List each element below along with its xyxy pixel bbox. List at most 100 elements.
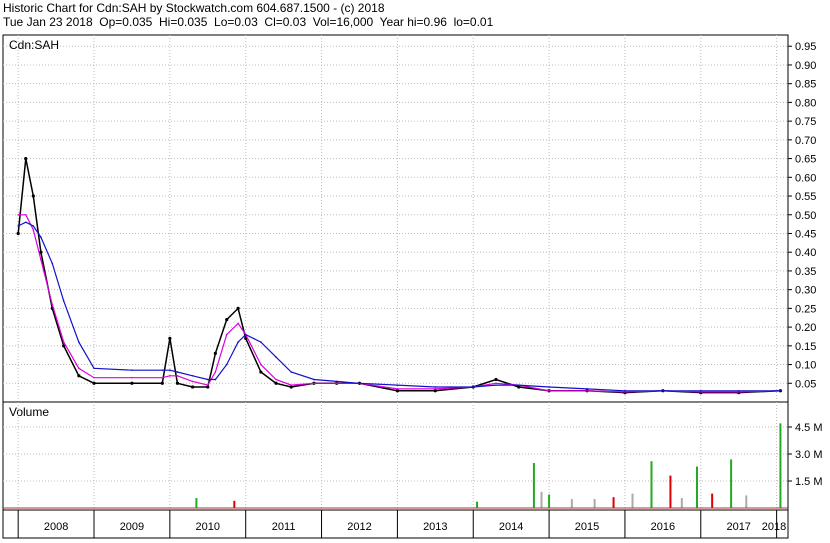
price-series-point-1 — [237, 322, 239, 325]
price-series-point-1 — [169, 374, 171, 377]
volume-bar — [195, 498, 198, 508]
price-series-point-2 — [225, 363, 228, 366]
year-label: 2018 — [762, 521, 786, 533]
price-series-point-2 — [275, 356, 277, 358]
price-series-point-1 — [78, 367, 80, 370]
year-label: 2014 — [499, 521, 523, 533]
price-series-point-0 — [16, 231, 20, 236]
price-series-point-2 — [161, 369, 164, 371]
price-tick-label: 0.50 — [795, 210, 816, 222]
volume-bar — [233, 500, 236, 508]
price-tick-label: 0.35 — [795, 266, 816, 278]
price-series-point-2 — [214, 378, 217, 381]
price-series-point-2 — [624, 389, 626, 392]
year-label: 2013 — [423, 521, 447, 533]
volume-bar — [730, 459, 733, 508]
volume-bar — [745, 495, 748, 508]
price-series-point-0 — [213, 351, 217, 355]
price-series-point-1 — [396, 388, 399, 390]
volume-bar — [680, 498, 683, 508]
price-tick-label: 0.40 — [795, 247, 816, 259]
price-series-point-0 — [259, 370, 263, 374]
volume-bar — [631, 493, 634, 508]
volume-bar — [476, 501, 479, 508]
price-series-point-0 — [225, 318, 229, 322]
price-series-point-0 — [494, 377, 498, 382]
price-series-point-2 — [396, 384, 399, 386]
year-label: 2010 — [196, 521, 220, 533]
price-series-point-1 — [548, 389, 550, 392]
year-label: 2012 — [347, 521, 371, 533]
price-series-point-2 — [358, 382, 361, 385]
price-series-point-0 — [92, 381, 96, 385]
price-tick-label: 0.80 — [795, 97, 816, 109]
price-series-point-2 — [434, 386, 437, 388]
price-series-point-1 — [176, 374, 179, 377]
price-series-point-1 — [24, 213, 27, 216]
price-series-point-1 — [225, 333, 228, 336]
price-series-point-1 — [17, 213, 19, 216]
price-series-point-2 — [24, 221, 27, 224]
volume-bar — [779, 423, 782, 508]
volume-bar — [540, 491, 543, 508]
volume-bar — [593, 499, 596, 508]
price-tick-label: 0.45 — [795, 228, 816, 240]
price-series-point-1 — [495, 382, 497, 385]
price-series-point-2 — [206, 378, 209, 381]
price-series-point-0 — [24, 156, 28, 161]
price-series-point-2 — [586, 388, 588, 390]
price-series-point-2 — [495, 384, 497, 386]
volume-tick-label: 1.5 M — [795, 476, 823, 488]
price-series-point-2 — [517, 384, 520, 386]
price-series-point-2 — [62, 300, 65, 302]
stock-chart: 0.95 0.90 0.85 0.80 0.75 0.70 0.65 0.60 0.55 0.50… — [2, 34, 823, 539]
volume-bar — [695, 466, 698, 508]
price-panel: 0.95 0.90 0.85 0.80 0.75 0.70 0.65 0.60 0.55 0.50… — [2, 34, 816, 403]
price-series-point-2 — [93, 367, 95, 370]
price-series-point-2 — [191, 374, 194, 377]
price-series-point-2 — [737, 389, 740, 392]
price-series-point-2 — [131, 369, 133, 371]
volume-bar — [612, 497, 615, 508]
price-tick-label: 0.20 — [795, 322, 816, 334]
price-series-point-0 — [175, 381, 180, 385]
price-series-point-0 — [191, 385, 195, 389]
price-series-point-1 — [32, 228, 35, 231]
price-series-point-0 — [274, 381, 278, 385]
price-tick-label: 0.25 — [795, 303, 816, 315]
price-series-point-2 — [244, 333, 247, 336]
price-series-point-1 — [434, 388, 437, 390]
price-series-point-0 — [160, 381, 164, 385]
price-series-point-1 — [260, 363, 262, 366]
price-tick-label: 0.65 — [795, 154, 816, 166]
price-series-point-1 — [40, 258, 42, 261]
price-tick-label: 0.15 — [795, 341, 816, 353]
volume-bar — [570, 499, 573, 508]
price-series-point-1 — [191, 380, 194, 383]
price-series-point-2 — [169, 369, 171, 371]
price-series-point-1 — [51, 303, 54, 306]
price-series-point-1 — [131, 376, 133, 379]
price-series-point-1 — [214, 371, 217, 373]
year-axis: 2008 2009 2010 2011 2012 2013 2014 2015 2016 2017… — [2, 509, 789, 539]
price-series-point-0 — [168, 336, 172, 340]
price-tick-label: 0.90 — [795, 60, 816, 72]
price-tick-label: 0.75 — [795, 116, 816, 128]
price-series-point-2 — [17, 225, 19, 227]
volume-panel-title: Volume — [9, 405, 49, 419]
price-series-point-0 — [236, 306, 240, 310]
volume-panel: Volume 4.5 M 3.0 M 1.5 M — [2, 401, 823, 511]
price-tick-label: 0.05 — [795, 378, 816, 390]
price-series-point-2 — [237, 341, 239, 343]
price-tick-label: 0.85 — [795, 79, 816, 91]
year-label: 2008 — [44, 521, 68, 533]
price-tick-label: 0.70 — [795, 135, 816, 147]
price-panel-title: Cdn:SAH — [9, 38, 59, 52]
price-tick-label: 0.95 — [795, 41, 816, 53]
price-series-point-2 — [260, 341, 262, 343]
volume-bar — [548, 494, 551, 508]
year-label: 2017 — [726, 521, 750, 533]
price-tick-label: 0.30 — [795, 285, 816, 297]
price-series-point-2 — [662, 389, 664, 392]
volume-bar — [532, 463, 535, 508]
